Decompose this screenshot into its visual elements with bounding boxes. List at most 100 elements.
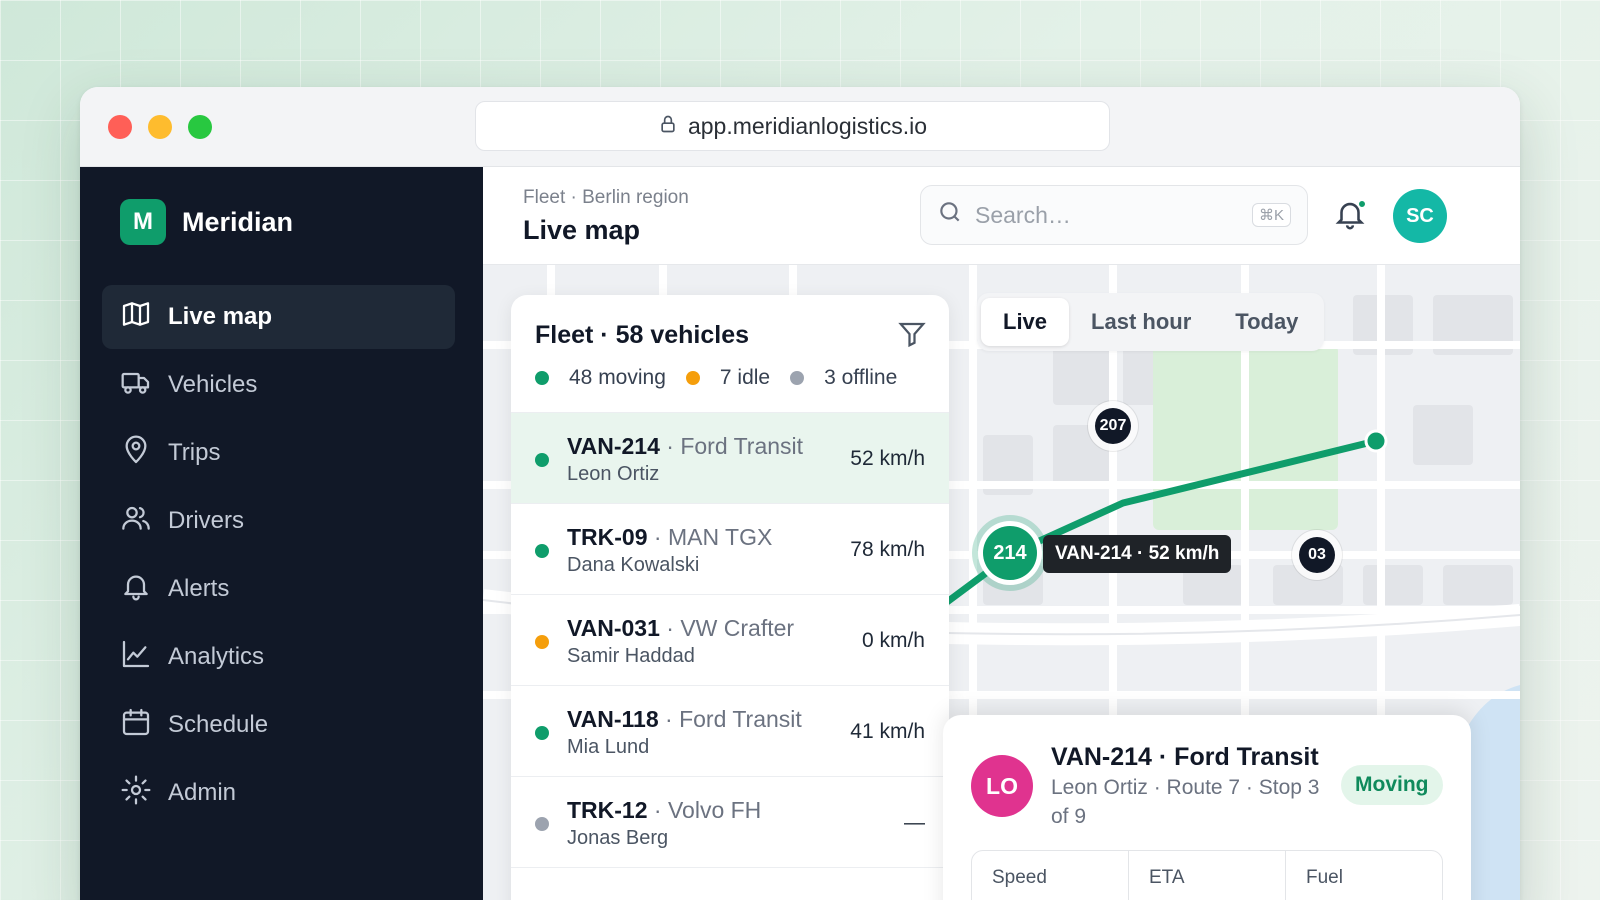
sidebar-nav: Live map Vehicles Trips Drivers Alerts A… [102, 285, 455, 829]
legend-offline: 3 offline [824, 366, 898, 389]
vehicle-detail-card: LO VAN-214 · Ford Transit Leon Ortiz · R… [943, 715, 1471, 900]
page-title: Live map [523, 215, 641, 245]
vehicle-id: TRK-12 [567, 797, 648, 823]
lock-icon [658, 113, 678, 140]
vehicle-id: TRK-09 [567, 524, 648, 550]
driver-avatar: LO [971, 755, 1033, 817]
vehicle-driver: Leon Ortiz [567, 463, 660, 485]
sidebar-item-trips[interactable]: Trips [102, 421, 455, 485]
search-icon [937, 199, 963, 231]
tab-last-hour[interactable]: Last hour [1069, 298, 1213, 346]
brand-name: Meridian [182, 206, 294, 237]
vehicle-driver: Dana Kowalski [567, 554, 700, 576]
fleet-panel-header: Fleet · 58 vehicles 48 moving 7 idle 3 o… [511, 295, 949, 413]
tab-live[interactable]: Live [981, 298, 1070, 346]
search-input[interactable]: Search… ⌘K [920, 185, 1308, 245]
live-map[interactable]: Fleet · 58 vehicles 48 moving 7 idle 3 o… [483, 265, 1520, 900]
vehicle-model: MAN TGX [667, 524, 773, 550]
filter-button[interactable] [897, 319, 927, 349]
browser-window: app.meridianlogistics.io M Meridian Live… [80, 87, 1520, 900]
vehicle-title: VAN-214 · Ford Transit [567, 433, 804, 459]
vehicle-row[interactable]: TRK-09 · MAN TGX Dana Kowalski 78 km/h [511, 504, 949, 595]
notifications-button[interactable] [1333, 197, 1369, 233]
vehicle-id: VAN-214 [567, 433, 660, 459]
minimize-window-button[interactable] [148, 115, 172, 139]
legend-idle: 7 idle [719, 366, 771, 389]
stat-eta: ETA [1129, 851, 1286, 900]
idle-status-dot [685, 371, 700, 385]
time-range-tabs: Live Last hour Today [977, 293, 1325, 351]
vehicle-model: VW Crafter [680, 615, 795, 641]
detail-title: VAN-214 · Ford Transit [1051, 743, 1319, 771]
main-content: Fleet · Berlin region Live map Search… ⌘… [483, 167, 1520, 900]
vehicle-row[interactable]: VAN-214 · Ford Transit Leon Ortiz 52 km/… [511, 413, 949, 504]
sidebar-item-label: Analytics [168, 643, 265, 670]
vehicle-row[interactable]: VAN-031 · VW Crafter Samir Haddad 0 km/h [511, 595, 949, 686]
search-placeholder: Search… [975, 201, 1071, 228]
vehicle-model: Volvo FH [667, 797, 762, 823]
brand-logo: M [120, 199, 166, 245]
map-pin-icon [120, 434, 152, 473]
user-avatar[interactable]: SC [1393, 189, 1447, 243]
detail-stats: Speed ETA Fuel [971, 850, 1443, 900]
fleet-title: Fleet · 58 vehicles [535, 321, 750, 349]
sidebar-item-label: Vehicles [168, 371, 258, 398]
users-icon [120, 502, 152, 541]
vehicle-title: TRK-12 · Volvo FH [567, 797, 762, 823]
close-window-button[interactable] [108, 115, 132, 139]
vehicle-marker-207[interactable]: 207 [1095, 408, 1131, 444]
sidebar-item-alerts[interactable]: Alerts [102, 557, 455, 621]
sidebar-item-analytics[interactable]: Analytics [102, 625, 455, 689]
url-text: app.meridianlogistics.io [687, 112, 928, 139]
vehicle-marker-214[interactable]: 214 [983, 526, 1037, 580]
vehicle-title: VAN-118 · Ford Transit [567, 706, 802, 732]
vehicle-speed: — [904, 811, 925, 834]
offline-status-dot [790, 371, 805, 385]
stat-speed: Speed [972, 851, 1129, 900]
tab-today[interactable]: Today [1213, 298, 1320, 346]
sidebar-item-label: Live map [168, 303, 273, 330]
vehicle-tooltip: VAN-214 · 52 km/h [1043, 535, 1232, 573]
vehicle-status-dot [535, 544, 549, 558]
brand[interactable]: M Meridian [120, 199, 293, 245]
vehicle-status-dot [535, 726, 549, 740]
sidebar-item-drivers[interactable]: Drivers [102, 489, 455, 553]
vehicle-speed: 41 km/h [850, 720, 925, 743]
vehicle-row[interactable]: VAN-118 · Ford Transit Mia Lund 41 km/h [511, 686, 949, 777]
top-bar: Fleet · Berlin region Live map Search… ⌘… [483, 167, 1520, 265]
vehicle-status-dot [535, 635, 549, 649]
truck-icon [120, 366, 152, 405]
bell-icon [1333, 202, 1367, 235]
vehicle-row[interactable]: TRK-12 · Volvo FH Jonas Berg — [511, 777, 949, 868]
vehicle-status-dot [535, 453, 549, 467]
vehicle-id: VAN-118 [567, 706, 659, 732]
gear-icon [120, 774, 152, 813]
sidebar-item-admin[interactable]: Admin [102, 761, 455, 825]
vehicle-driver: Mia Lund [567, 736, 650, 758]
sidebar-item-label: Drivers [168, 507, 244, 534]
moving-status-dot [535, 371, 549, 385]
vehicle-driver: Samir Haddad [567, 645, 695, 667]
vehicle-speed: 0 km/h [861, 629, 925, 652]
breadcrumb[interactable]: Fleet · Berlin region [523, 187, 689, 209]
vehicle-model: Ford Transit [680, 433, 804, 459]
map-icon [120, 298, 152, 337]
status-badge: Moving [1341, 765, 1443, 805]
notification-dot [1357, 199, 1367, 209]
fleet-panel: Fleet · 58 vehicles 48 moving 7 idle 3 o… [511, 295, 949, 900]
sidebar-item-vehicles[interactable]: Vehicles [102, 353, 455, 417]
sidebar-item-label: Admin [168, 779, 237, 806]
vehicle-speed: 52 km/h [850, 447, 925, 470]
address-bar[interactable]: app.meridianlogistics.io [475, 101, 1110, 151]
vehicle-marker-03[interactable]: 03 [1299, 537, 1335, 573]
vehicle-model: Ford Transit [679, 706, 802, 732]
vehicle-title: VAN-031 · VW Crafter [567, 615, 795, 641]
vehicle-id: VAN-031 [567, 615, 660, 641]
sidebar-item-live-map[interactable]: Live map [102, 285, 455, 349]
bell-icon [120, 570, 152, 609]
maximize-window-button[interactable] [188, 115, 212, 139]
search-shortcut-badge: ⌘K [1251, 203, 1291, 227]
stat-fuel: Fuel [1306, 867, 1343, 888]
sidebar-item-schedule[interactable]: Schedule [102, 693, 455, 757]
fleet-status-legend: 48 moving 7 idle 3 offline [535, 366, 925, 390]
